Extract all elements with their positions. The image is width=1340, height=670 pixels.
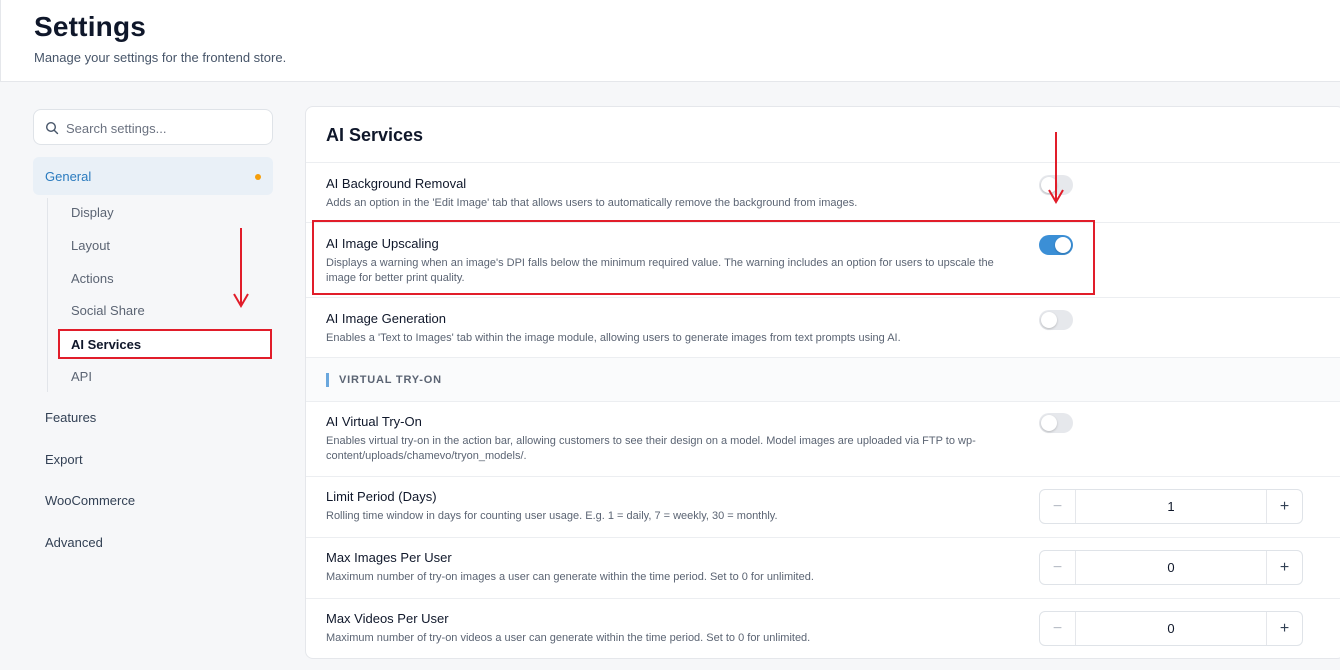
stepper-max-images: − 0 + [1039,550,1303,585]
page-header: Settings Manage your settings for the fr… [0,0,1340,82]
divider [306,598,1340,599]
decrement-button[interactable]: − [1040,612,1076,645]
search-icon [45,121,59,135]
sidebar-item-label: General [45,169,92,184]
setting-desc-limit-period: Rolling time window in days for counting… [326,510,778,522]
annotation-arrow-toggle [1048,132,1064,204]
setting-title-limit-period: Limit Period (Days) [326,489,437,504]
sidebar-subitem-label: AI Services [71,337,142,352]
search-box[interactable] [33,109,273,145]
sidebar-subitem-social-share[interactable]: Social Share [71,303,145,318]
sidebar-subitem-display[interactable]: Display [71,205,114,220]
setting-desc-tryon: Enables virtual try-on in the action bar… [326,435,976,462]
subnav-guide-line [47,198,48,392]
setting-desc-bg-removal: Adds an option in the 'Edit Image' tab t… [326,197,858,209]
stepper-value[interactable]: 1 [1076,499,1266,514]
page-subtitle: Manage your settings for the frontend st… [34,50,287,65]
sidebar-item-general[interactable]: General [33,157,273,195]
sidebar-item-woocommerce[interactable]: WooCommerce [45,493,135,508]
increment-button[interactable]: + [1266,612,1302,645]
toggle-knob [1041,415,1057,431]
sidebar-subitem-actions[interactable]: Actions [71,271,114,286]
ai-services-panel: AI Services AI Background Removal Adds a… [305,106,1340,659]
setting-title-tryon: AI Virtual Try-On [326,414,422,429]
divider [306,162,1340,163]
panel-title: AI Services [326,125,424,145]
toggle-knob [1041,312,1057,328]
sidebar-item-advanced[interactable]: Advanced [45,535,103,550]
decrement-button[interactable]: − [1040,490,1076,523]
divider [306,401,1340,402]
setting-title-max-images: Max Images Per User [326,550,452,565]
toggle-generation[interactable] [1039,310,1073,330]
increment-button[interactable]: + [1266,490,1302,523]
stepper-value[interactable]: 0 [1076,560,1266,575]
page-title: Settings [34,11,147,42]
stepper-value[interactable]: 0 [1076,621,1266,636]
unsaved-dot [255,174,261,180]
toggle-virtual-tryon[interactable] [1039,413,1073,433]
setting-desc-max-images: Maximum number of try-on images a user c… [326,571,814,583]
search-input[interactable] [66,118,266,138]
divider [306,476,1340,477]
divider [306,297,1340,298]
divider [306,537,1340,538]
section-label-virtual-tryon: VIRTUAL TRY-ON [326,373,442,387]
setting-title-generation: AI Image Generation [326,311,446,326]
setting-title-max-videos: Max Videos Per User [326,611,449,626]
stepper-limit-period: − 1 + [1039,489,1303,524]
sidebar-item-export[interactable]: Export [45,452,83,467]
decrement-button[interactable]: − [1040,551,1076,584]
sidebar-subitem-layout[interactable]: Layout [71,238,110,253]
increment-button[interactable]: + [1266,551,1302,584]
stepper-max-videos: − 0 + [1039,611,1303,646]
annotation-arrow-sidebar [233,228,249,308]
section-header-bg [306,358,1340,402]
sidebar-item-features[interactable]: Features [45,410,96,425]
setting-title-bg-removal: AI Background Removal [326,176,467,191]
setting-desc-max-videos: Maximum number of try-on videos a user c… [326,632,811,644]
sidebar-subitem-api[interactable]: API [71,369,92,384]
setting-desc-generation: Enables a 'Text to Images' tab within th… [326,332,901,344]
annotation-highlight-box [312,220,1095,295]
sidebar-subitem-ai-services[interactable]: AI Services [58,329,272,359]
